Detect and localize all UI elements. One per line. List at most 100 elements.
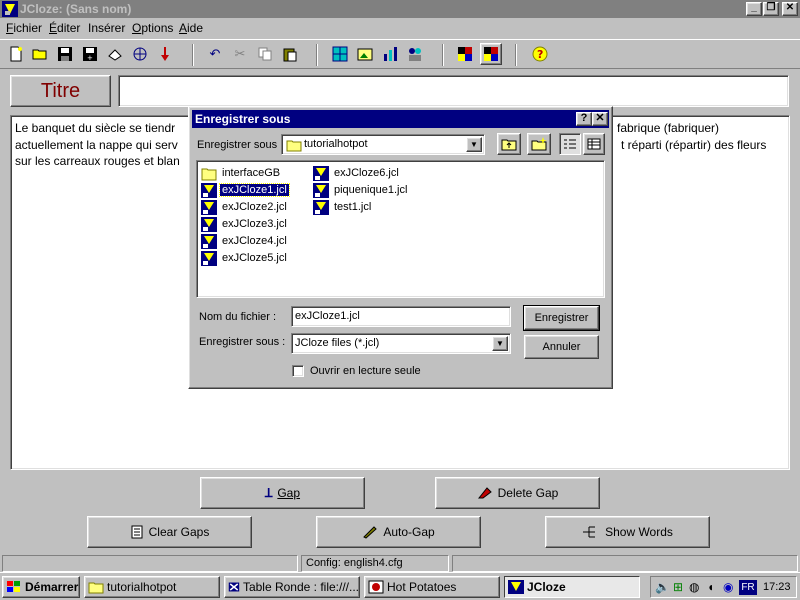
file-item[interactable]: exJCloze2.jcl [201,199,289,215]
toolbar-separator [442,44,444,66]
copy-icon[interactable] [255,44,275,64]
save-as-dialog: Enregistrer sous ? ✕ Enregistrer sous : … [188,106,613,389]
speaker-icon[interactable]: 🔈 [655,580,670,594]
show-words-label: Show Words [605,525,673,539]
clock: 17:23 [763,581,791,593]
menu-options[interactable]: Options [132,21,173,35]
type-label: Enregistrer sous : [199,336,286,348]
jcl-file-icon [201,233,217,249]
jcl-file-icon [201,216,217,232]
delete-gap-label: Delete Gap [497,486,559,500]
file-item[interactable]: exJCloze6.jcl [313,165,401,181]
details-view-icon[interactable] [583,133,605,155]
palette-icon[interactable] [455,44,475,64]
start-button[interactable]: Démarrer [2,576,80,598]
window-title: JCloze: (Sans nom) [20,2,132,16]
text-line-2-right: t réparti (répartir) des fleurs [621,137,767,152]
folder-open-icon [286,140,302,152]
file-item[interactable]: exJCloze3.jcl [201,216,289,232]
list-view-icon[interactable] [559,133,581,155]
file-item[interactable]: exJCloze5.jcl [201,250,289,266]
tool-image-icon[interactable] [355,44,375,64]
auto-gap-icon [363,526,378,539]
dialog-titlebar[interactable]: Enregistrer sous ? ✕ [192,110,609,128]
cancel-button-label: Annuler [542,341,581,353]
cancel-button[interactable]: Annuler [524,335,599,359]
delete-gap-button[interactable]: Delete Gap [435,477,600,509]
jcl-file-icon [313,199,329,215]
file-type-combo[interactable]: JCloze files (*.jcl) ▼ [291,333,511,354]
close-button[interactable]: ✕ [782,2,798,16]
auto-gap-button[interactable]: Auto-Gap [316,516,481,548]
file-name: exJCloze4.jcl [222,235,287,247]
filename-label: Nom du fichier : [199,311,277,323]
save-button[interactable]: Enregistrer [523,305,600,331]
menu-bar: Fichier Éditer Insérer Options Aide [0,19,800,38]
menu-inserer[interactable]: Insérer [88,21,125,35]
undo-icon[interactable]: ↶ [205,44,225,64]
clear-gaps-icon [131,525,143,539]
new-file-icon[interactable] [6,44,26,64]
file-list[interactable]: interfaceGB exJCloze1.jcl exJCloze2.jcl … [196,160,605,298]
palette-active-icon[interactable] [480,43,502,65]
text-line-3-left: sur les carreaux rouges et blan [15,154,180,168]
file-item[interactable]: test1.jcl [313,199,373,215]
toolbar-separator [316,44,318,66]
maximize-button[interactable]: ❐ [763,2,779,16]
readonly-checkbox[interactable] [292,365,304,377]
file-name: test1.jcl [334,201,372,213]
titre-label: Titre [10,75,111,107]
save-in-combo[interactable]: tutorialhotpot ▼ [281,134,485,155]
tool-people-icon[interactable] [405,44,425,64]
system-tray: 🔈 ⊞ ◍ ◖ ◉ FR 17:23 [650,576,797,598]
paste-icon[interactable] [280,44,300,64]
save-in-dropdown-icon[interactable]: ▼ [466,137,482,152]
titre-input[interactable] [118,75,789,107]
save-as-icon[interactable]: + [80,44,100,64]
menu-editer[interactable]: Éditer [49,21,80,35]
globe-icon[interactable]: ◍ [689,580,699,594]
show-words-button[interactable]: Show Words [545,516,710,548]
toolbar-separator [515,44,517,66]
minimize-button[interactable]: _ [746,2,762,16]
cut-icon[interactable]: ✂ [230,44,250,64]
dialog-help-button[interactable]: ? [576,112,592,126]
task-table-ronde[interactable]: Table Ronde : file:///... [224,576,360,598]
folder-item[interactable]: interfaceGB [201,165,282,181]
network-icon[interactable]: ⊞ [673,580,683,594]
file-item[interactable]: piquenique1.jcl [313,182,409,198]
filename-input[interactable]: exJCloze1.jcl [291,306,511,327]
task-jcloze[interactable]: JCloze [504,576,640,598]
gap-button[interactable]: ꓕ Gap [200,477,365,509]
up-folder-icon[interactable] [497,133,521,155]
status-pane-right [452,555,798,572]
menu-aide[interactable]: Aide [179,21,203,35]
arrow-down-icon[interactable] [155,44,175,64]
file-name: exJCloze2.jcl [222,201,287,213]
open-folder-icon[interactable] [30,44,50,64]
menu-fichier[interactable]: Fichier [6,21,42,35]
window-titlebar[interactable]: JCloze: (Sans nom) _ ❐ ✕ [0,0,800,18]
eraser-icon[interactable] [105,44,125,64]
file-item-selected[interactable]: exJCloze1.jcl [201,182,290,198]
file-item[interactable]: exJCloze4.jcl [201,233,289,249]
task-tutorialhotpot[interactable]: tutorialhotpot [84,576,220,598]
task-label: Hot Potatoes [387,580,457,594]
status-config: Config: english4.cfg [301,555,449,572]
help-icon[interactable]: ? [530,44,550,64]
new-folder-icon[interactable] [527,133,551,155]
save-disk-icon[interactable] [55,44,75,64]
tool-grid-icon[interactable] [330,44,350,64]
jcloze-task-icon [508,580,524,594]
web-page-icon[interactable] [130,44,150,64]
mouse-icon[interactable]: ◖ [707,580,714,594]
gap-icon: ꓕ [264,486,273,500]
tool-chart-icon[interactable] [380,44,400,64]
language-indicator[interactable]: FR [739,580,757,595]
dialog-close-button[interactable]: ✕ [592,112,608,126]
task-hot-potatoes[interactable]: Hot Potatoes [364,576,500,598]
readonly-label: Ouvrir en lecture seule [310,365,421,377]
clear-gaps-button[interactable]: Clear Gaps [87,516,252,548]
file-type-dropdown-icon[interactable]: ▼ [492,336,508,351]
eye-icon[interactable]: ◉ [723,580,733,594]
